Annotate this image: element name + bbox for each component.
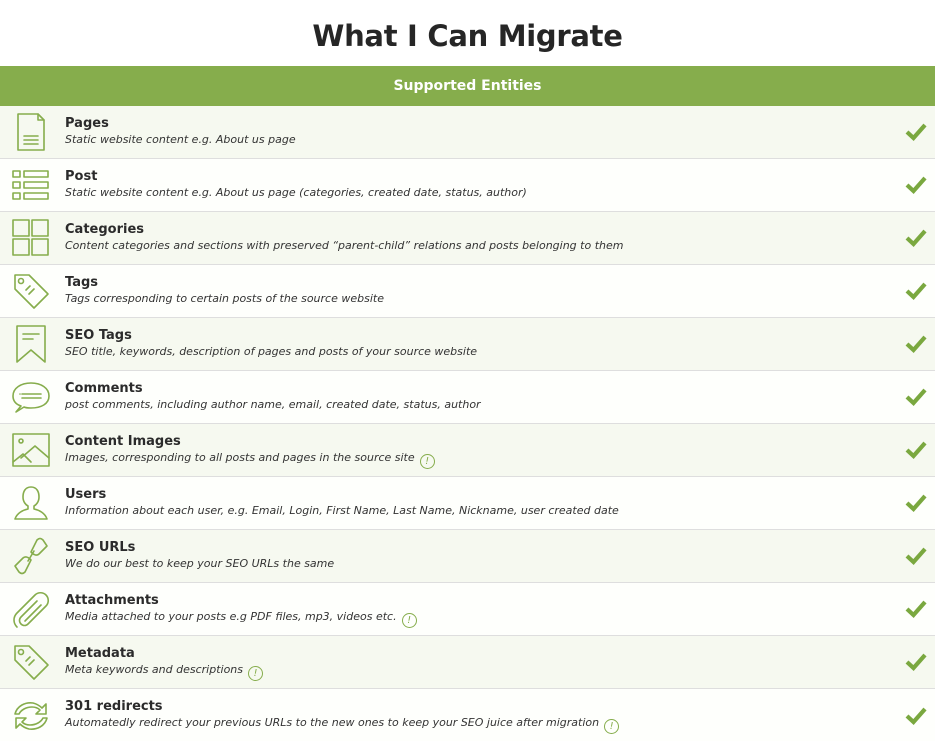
tag-icon [10, 270, 52, 312]
entity-description-text: post comments, including author name, em… [65, 398, 481, 411]
entity-name: Tags [65, 275, 99, 290]
entity-description: Meta keywords and descriptions! [65, 662, 263, 681]
entity-description-text: Static website content e.g. About us pag… [65, 186, 527, 199]
entity-name: Metadata [65, 646, 135, 661]
entity-name: Post [65, 169, 98, 184]
table-row: Tags Tags corresponding to certain posts… [0, 265, 935, 318]
entity-name: Attachments [65, 593, 159, 608]
table-row: Categories Content categories and sectio… [0, 212, 935, 265]
table-row: Pages Static website content e.g. About … [0, 106, 935, 159]
checkmark-icon [905, 493, 927, 513]
entity-name: Comments [65, 381, 143, 396]
speech-bubble-icon [10, 376, 52, 418]
table-row: Post Static website content e.g. About u… [0, 159, 935, 212]
entity-description-text: SEO title, keywords, description of page… [65, 345, 478, 358]
checkmark-icon [905, 334, 927, 354]
entity-description-text: Static website content e.g. About us pag… [65, 133, 296, 146]
grid-icon [10, 217, 52, 259]
entity-description-text: Images, corresponding to all posts and p… [65, 451, 415, 464]
entity-description-text: Automatedly redirect your previous URLs … [65, 716, 600, 729]
checkmark-icon [905, 652, 927, 672]
checkmark-icon [905, 599, 927, 619]
refresh-arrows-icon [10, 695, 52, 737]
checkmark-icon [905, 706, 927, 726]
entities-table: Pages Static website content e.g. About … [0, 106, 935, 741]
table-header: Supported Entities [0, 66, 935, 106]
entity-description-text: Content categories and sections with pre… [65, 239, 624, 252]
entity-description-text: We do our best to keep your SEO URLs the… [65, 557, 335, 570]
entity-name: Pages [65, 116, 109, 131]
entity-description: Tags corresponding to certain posts of t… [65, 291, 384, 307]
entity-name: Users [65, 487, 107, 502]
entity-name: Categories [65, 222, 145, 237]
image-icon [10, 429, 52, 471]
entity-description: We do our best to keep your SEO URLs the… [65, 556, 334, 572]
entity-description: Media attached to your posts e.g PDF fil… [65, 609, 417, 628]
entity-description: Images, corresponding to all posts and p… [65, 450, 435, 469]
checkmark-icon [905, 228, 927, 248]
entity-description: Static website content e.g. About us pag… [65, 132, 296, 148]
entity-description-text: Meta keywords and descriptions [65, 663, 243, 676]
checkmark-icon [905, 440, 927, 460]
table-row: Comments post comments, including author… [0, 371, 935, 424]
checkmark-icon [905, 122, 927, 142]
entity-name: Content Images [65, 434, 181, 449]
checkmark-icon [905, 281, 927, 301]
table-row: Attachments Media attached to your posts… [0, 583, 935, 636]
entity-description-text: Information about each user, e.g. Email,… [65, 504, 619, 517]
entity-name: 301 redirects [65, 699, 163, 714]
entity-description: Automatedly redirect your previous URLs … [65, 715, 620, 734]
entity-name: SEO URLs [65, 540, 136, 555]
checkmark-icon [905, 546, 927, 566]
entity-description: Static website content e.g. About us pag… [65, 185, 527, 201]
info-icon[interactable]: ! [401, 613, 417, 628]
table-row: Metadata Meta keywords and descriptions! [0, 636, 935, 689]
paperclip-icon [10, 588, 52, 630]
table-row: Users Information about each user, e.g. … [0, 477, 935, 530]
list-icon [10, 164, 52, 206]
table-row: SEO Tags SEO title, keywords, descriptio… [0, 318, 935, 371]
entity-description: Information about each user, e.g. Email,… [65, 503, 619, 519]
checkmark-icon [905, 387, 927, 407]
entity-name: SEO Tags [65, 328, 132, 343]
bookmark-icon [10, 323, 52, 365]
entity-description: post comments, including author name, em… [65, 397, 481, 413]
entity-description: Content categories and sections with pre… [65, 238, 623, 254]
checkmark-icon [905, 175, 927, 195]
entity-description-text: Tags corresponding to certain posts of t… [65, 292, 384, 305]
table-row: 301 redirects Automatedly redirect your … [0, 689, 935, 741]
table-row: Content Images Images, corresponding to … [0, 424, 935, 477]
link-icon [10, 535, 52, 577]
table-row: SEO URLs We do our best to keep your SEO… [0, 530, 935, 583]
document-icon [10, 111, 52, 153]
info-icon[interactable]: ! [604, 719, 620, 734]
page-title: What I Can Migrate [312, 19, 623, 53]
entity-description-text: Media attached to your posts e.g PDF fil… [65, 610, 397, 623]
entity-description: SEO title, keywords, description of page… [65, 344, 477, 360]
tag-icon [10, 641, 52, 683]
info-icon[interactable]: ! [248, 666, 263, 681]
info-icon[interactable]: ! [419, 454, 435, 469]
user-icon [10, 482, 52, 524]
